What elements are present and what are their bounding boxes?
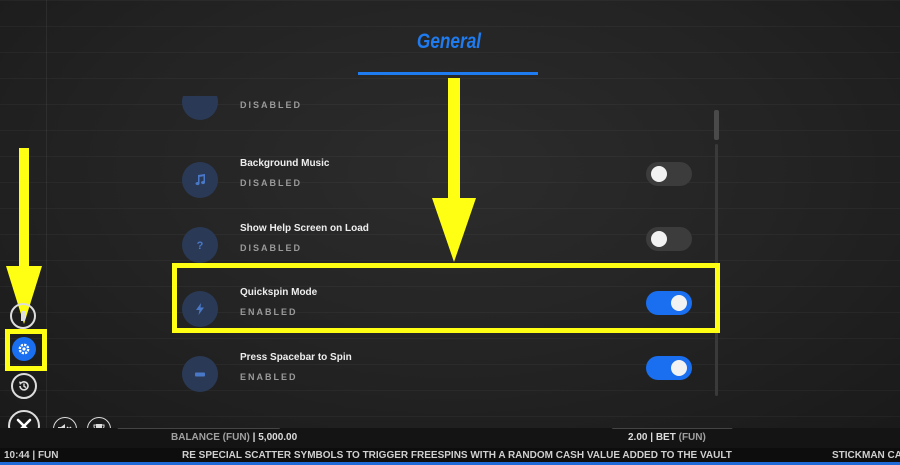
setting-label: Press Spacebar to Spin: [240, 352, 352, 363]
balance-display: BALANCE (FUN) | 5,000.00: [171, 432, 297, 443]
toggle-background-music[interactable]: [646, 162, 692, 186]
down-arrow-annotation: [432, 78, 476, 262]
play-mode: FUN: [37, 450, 59, 461]
partial-icon: [182, 96, 218, 120]
toggle-knob: [651, 231, 667, 247]
bet-currency: (FUN): [678, 432, 706, 443]
settings-button[interactable]: [12, 337, 36, 361]
ticker-message: RE SPECIAL SCATTER SYMBOLS TO TRIGGER FR…: [182, 450, 732, 461]
toggle-show-help[interactable]: [646, 227, 692, 251]
game-name: STICKMAN CASH: [832, 450, 900, 461]
setting-status: ENABLED: [240, 372, 298, 382]
panel-title: General: [416, 30, 482, 53]
down-arrow-annotation-left: [6, 148, 42, 324]
toggle-spacebar[interactable]: [646, 356, 692, 380]
balance-label: BALANCE (FUN): [171, 432, 250, 443]
paytable-button[interactable]: [10, 303, 36, 329]
svg-text:?: ?: [197, 240, 204, 252]
info-icon: [21, 311, 25, 321]
bet-display[interactable]: 2.00 | BET (FUN): [628, 432, 706, 443]
music-note-icon: [182, 162, 218, 198]
question-mark-icon: ?: [182, 227, 218, 263]
settings-scrollbar[interactable]: [714, 110, 719, 396]
history-icon: [19, 381, 29, 391]
setting-status: DISABLED: [240, 178, 303, 188]
clock-mode: 10:44 | FUN: [4, 450, 59, 461]
setting-label: Show Help Screen on Load: [240, 223, 369, 234]
setting-row-spacebar: Press Spacebar to Spin ENABLED: [170, 346, 710, 396]
title-underline: [358, 72, 538, 75]
scroll-thumb[interactable]: [714, 110, 719, 140]
gear-icon: [18, 343, 30, 355]
toggle-knob: [671, 360, 687, 376]
spacebar-icon: [182, 356, 218, 392]
setting-status: DISABLED: [240, 100, 303, 110]
highlight-box-quickspin: [172, 263, 720, 333]
history-button[interactable]: [11, 373, 37, 399]
setting-label: Background Music: [240, 158, 330, 169]
bet-value: 2.00: [628, 432, 648, 443]
balance-value: 5,000.00: [258, 432, 298, 443]
bet-label: BET: [655, 432, 676, 443]
toggle-knob: [651, 166, 667, 182]
clock: 10:44: [4, 450, 30, 461]
setting-status: DISABLED: [240, 243, 303, 253]
